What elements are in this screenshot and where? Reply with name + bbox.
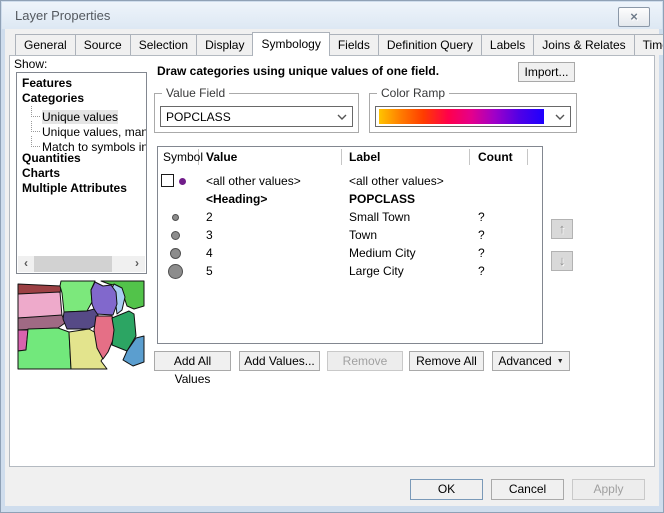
menu-arrow-icon: ▼ <box>557 358 564 365</box>
layer-preview-map <box>17 280 145 370</box>
tree-item-features[interactable]: Features <box>17 76 146 91</box>
remove-button: Remove <box>327 351 403 371</box>
table-row[interactable]: 5 Large City ? <box>158 262 542 280</box>
point-symbol-icon <box>170 248 181 259</box>
titlebar[interactable]: Layer Properties × <box>2 2 662 29</box>
cell-count: ? <box>470 246 528 260</box>
column-header-label[interactable]: Label <box>342 149 470 165</box>
cell-label: Town <box>342 228 470 242</box>
layer-properties-dialog: Layer Properties × Show: Features Catego… <box>0 0 664 513</box>
value-field-value: POPCLASS <box>166 110 231 124</box>
add-values-button[interactable]: Add Values... <box>239 351 320 371</box>
show-listbox[interactable]: Features Categories Unique values Unique… <box>16 72 147 274</box>
close-icon: × <box>630 9 638 24</box>
tree-item-unique-values[interactable]: Unique values <box>17 106 146 121</box>
chevron-down-icon <box>337 114 347 120</box>
value-field-group: Value Field POPCLASS <box>154 93 359 133</box>
symbology-tab-page: Show: Features Categories Unique values … <box>9 55 655 467</box>
page-heading: Draw categories using unique values of o… <box>157 64 439 78</box>
color-ramp-group: Color Ramp <box>369 93 577 133</box>
map-region <box>18 292 62 318</box>
color-ramp-swatch <box>379 109 544 124</box>
show-label: Show: <box>14 57 47 71</box>
cell-value: 4 <box>199 246 342 260</box>
cell-label: POPCLASS <box>342 192 470 206</box>
table-row[interactable]: 4 Medium City ? <box>158 244 542 262</box>
tab-strip: General Source Selection Display Symbolo… <box>15 32 664 56</box>
tab-display[interactable]: Display <box>196 34 253 55</box>
cell-count: ? <box>470 228 528 242</box>
apply-button: Apply <box>572 479 645 500</box>
remove-all-button[interactable]: Remove All <box>409 351 484 371</box>
tab-time[interactable]: Time <box>634 34 664 55</box>
tree-item-charts[interactable]: Charts <box>17 166 146 181</box>
column-header-value[interactable]: Value <box>199 149 342 165</box>
move-up-button[interactable]: ↑ <box>551 219 573 239</box>
point-symbol-icon <box>179 178 186 185</box>
tree-elbow-icon <box>31 121 40 132</box>
categories-table[interactable]: Symbol Value Label Count <all other valu… <box>157 146 543 344</box>
tree-elbow-icon <box>31 106 40 117</box>
point-symbol-icon <box>172 214 179 221</box>
tab-joins-relates[interactable]: Joins & Relates <box>533 34 634 55</box>
tab-selection[interactable]: Selection <box>130 34 197 55</box>
close-button[interactable]: × <box>618 7 650 27</box>
point-symbol-icon <box>171 231 180 240</box>
cell-label: Large City <box>342 264 470 278</box>
table-row[interactable]: 3 Town ? <box>158 226 542 244</box>
cell-value: 3 <box>199 228 342 242</box>
tab-general[interactable]: General <box>15 34 76 55</box>
dialog-body: Show: Features Categories Unique values … <box>5 29 659 506</box>
value-field-combobox[interactable]: POPCLASS <box>160 106 353 127</box>
tab-source[interactable]: Source <box>75 34 131 55</box>
import-button[interactable]: Import... <box>518 62 575 82</box>
tree-elbow-icon <box>31 136 40 147</box>
cell-value: <all other values> <box>199 174 342 188</box>
table-row[interactable]: 2 Small Town ? <box>158 208 542 226</box>
scroll-left-icon[interactable]: ‹ <box>18 256 34 272</box>
table-row[interactable]: <all other values> <all other values> <box>158 172 542 190</box>
cancel-button[interactable]: Cancel <box>491 479 564 500</box>
tree-item-unique-values-many[interactable]: Unique values, many <box>17 121 146 136</box>
horizontal-scrollbar[interactable]: ‹ › <box>18 256 145 272</box>
all-other-values-checkbox[interactable] <box>161 174 174 187</box>
scroll-right-icon[interactable]: › <box>129 256 145 272</box>
cell-value: 2 <box>199 210 342 224</box>
map-region <box>60 281 95 312</box>
scrollbar-thumb[interactable] <box>34 256 112 272</box>
arrow-up-icon: ↑ <box>559 221 566 236</box>
column-header-symbol[interactable]: Symbol <box>158 149 199 165</box>
tree-item-match-to-symbols[interactable]: Match to symbols in a <box>17 136 146 151</box>
column-header-count[interactable]: Count <box>470 149 528 165</box>
value-field-label: Value Field <box>162 86 229 100</box>
color-ramp-label: Color Ramp <box>377 86 449 100</box>
arrow-down-icon: ↓ <box>559 253 566 268</box>
map-region <box>63 309 98 329</box>
cell-count: ? <box>470 210 528 224</box>
cell-label: Medium City <box>342 246 470 260</box>
cell-label: <all other values> <box>342 174 470 188</box>
move-down-button[interactable]: ↓ <box>551 251 573 271</box>
ok-button[interactable]: OK <box>410 479 483 500</box>
tree-item-categories[interactable]: Categories <box>17 91 146 106</box>
cell-count: ? <box>470 264 528 278</box>
cell-value: 5 <box>199 264 342 278</box>
tab-labels[interactable]: Labels <box>481 34 534 55</box>
point-symbol-icon <box>168 264 183 279</box>
advanced-label: Advanced <box>498 354 551 368</box>
tab-symbology[interactable]: Symbology <box>252 32 329 56</box>
table-row[interactable]: <Heading> POPCLASS <box>158 190 542 208</box>
advanced-button[interactable]: Advanced ▼ <box>492 351 570 371</box>
window-title: Layer Properties <box>15 8 110 23</box>
add-all-values-button[interactable]: Add All Values <box>154 351 231 371</box>
tab-fields[interactable]: Fields <box>329 34 379 55</box>
cell-value: <Heading> <box>199 192 342 206</box>
tree-item-multiple-attributes[interactable]: Multiple Attributes <box>17 181 146 196</box>
color-ramp-combobox[interactable] <box>375 106 571 127</box>
table-header: Symbol Value Label Count <box>158 147 542 167</box>
chevron-down-icon <box>555 114 565 120</box>
tab-definition-query[interactable]: Definition Query <box>378 34 482 55</box>
show-tree: Features Categories Unique values Unique… <box>17 73 146 196</box>
cell-label: Small Town <box>342 210 470 224</box>
